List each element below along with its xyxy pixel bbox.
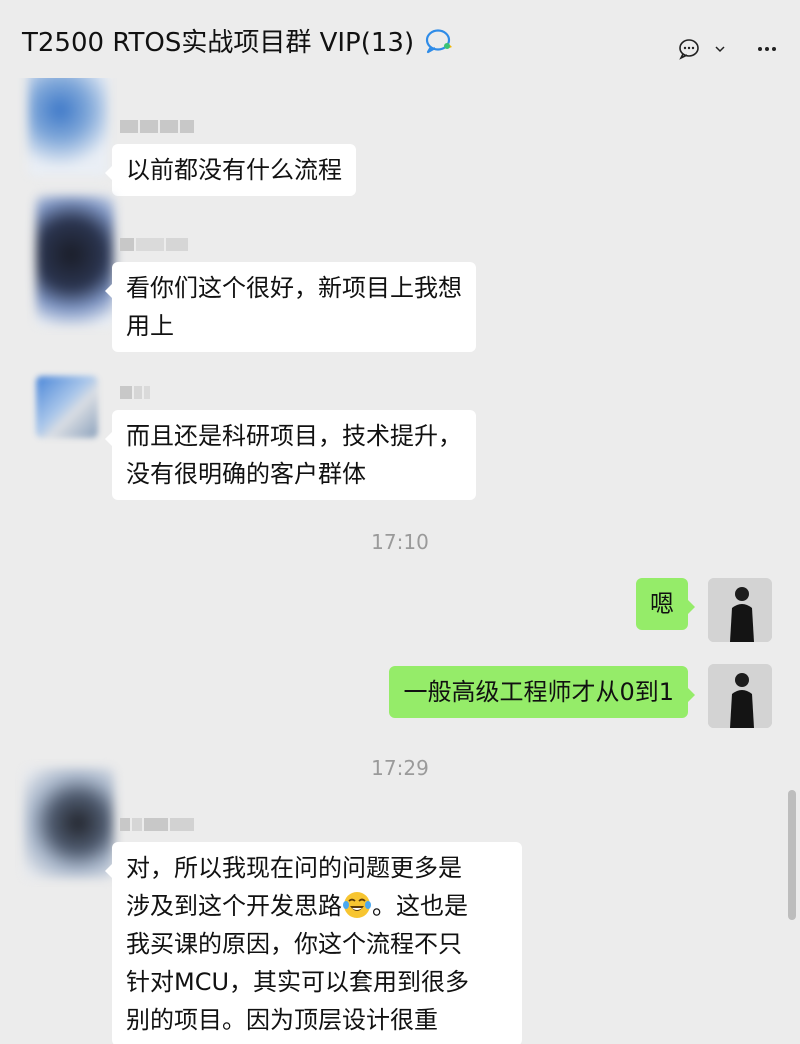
message-bubble[interactable]: 以前都没有什么流程 bbox=[105, 144, 356, 196]
user-avatar[interactable] bbox=[708, 578, 772, 642]
message-text: 看你们这个很好，新项目上我想 bbox=[126, 274, 462, 302]
chat-title-wrap: T2500 RTOS实战项目群 VIP(13) bbox=[22, 22, 454, 59]
message-bubble[interactable]: 而且还是科研项目，技术提升， 没有很明确的客户群体 bbox=[105, 410, 476, 500]
scrollbar-thumb[interactable] bbox=[788, 790, 796, 920]
timestamp: 17:29 bbox=[371, 756, 429, 780]
blurred-avatar[interactable] bbox=[36, 196, 114, 326]
timestamp: 17:10 bbox=[371, 530, 429, 554]
chevron-down-icon[interactable] bbox=[714, 38, 726, 60]
message-text: 针对MCU，其实可以套用到很多 bbox=[126, 968, 470, 996]
message-text: 我买课的原因，你这个流程不只 bbox=[126, 930, 462, 958]
user-avatar[interactable] bbox=[708, 664, 772, 728]
message-bubble[interactable]: 看你们这个很好，新项目上我想 用上 bbox=[105, 262, 476, 352]
blurred-avatar[interactable] bbox=[36, 376, 98, 438]
chat-messages[interactable]: 以前都没有什么流程 看你们这个很好，新项目上我想 用上 而且还是科研项目，技术提… bbox=[0, 78, 800, 1044]
message-text: 对，所以我现在问的问题更多是 bbox=[126, 854, 462, 882]
message-text: 别的项目。因为顶层设计很重 bbox=[126, 1006, 438, 1034]
message-text: 嗯 bbox=[650, 590, 674, 618]
message-text: 没有很明确的客户群体 bbox=[126, 460, 366, 488]
group-chat-icon bbox=[426, 28, 453, 53]
user-avatar-image bbox=[708, 578, 772, 642]
message-bubble-sent[interactable]: 一般高级工程师才从0到1 bbox=[389, 666, 695, 718]
laughing-tears-emoji bbox=[343, 892, 371, 918]
chat-header: T2500 RTOS实战项目群 VIP(13) bbox=[0, 0, 800, 78]
message-text: 以前都没有什么流程 bbox=[126, 156, 342, 184]
message-text: 一般高级工程师才从0到1 bbox=[403, 678, 674, 706]
chat-title: T2500 RTOS实战项目群 VIP(13) bbox=[22, 28, 415, 58]
sender-name-redacted bbox=[120, 120, 196, 136]
sender-name-redacted bbox=[120, 386, 152, 402]
message-text-with-emoji: 涉及到这个开发思路 。这也是 bbox=[126, 887, 512, 925]
message-text: 。这也是 bbox=[372, 892, 468, 920]
message-bubble[interactable]: 对，所以我现在问的问题更多是 涉及到这个开发思路 。这也是 我买课的原因，你这个… bbox=[105, 842, 522, 1044]
message-bubble-sent[interactable]: 嗯 bbox=[636, 578, 695, 630]
chat-bubble-icon[interactable] bbox=[678, 38, 700, 60]
user-avatar-image bbox=[708, 664, 772, 728]
more-icon[interactable] bbox=[756, 38, 778, 60]
sender-name-redacted bbox=[120, 818, 196, 834]
message-text: 而且还是科研项目，技术提升， bbox=[126, 422, 462, 450]
blurred-avatar[interactable] bbox=[24, 768, 114, 878]
header-actions bbox=[678, 38, 778, 60]
blurred-avatar[interactable] bbox=[28, 78, 108, 176]
message-text: 涉及到这个开发思路 bbox=[126, 892, 342, 920]
message-text: 用上 bbox=[126, 312, 174, 340]
sender-name-redacted bbox=[120, 238, 190, 254]
